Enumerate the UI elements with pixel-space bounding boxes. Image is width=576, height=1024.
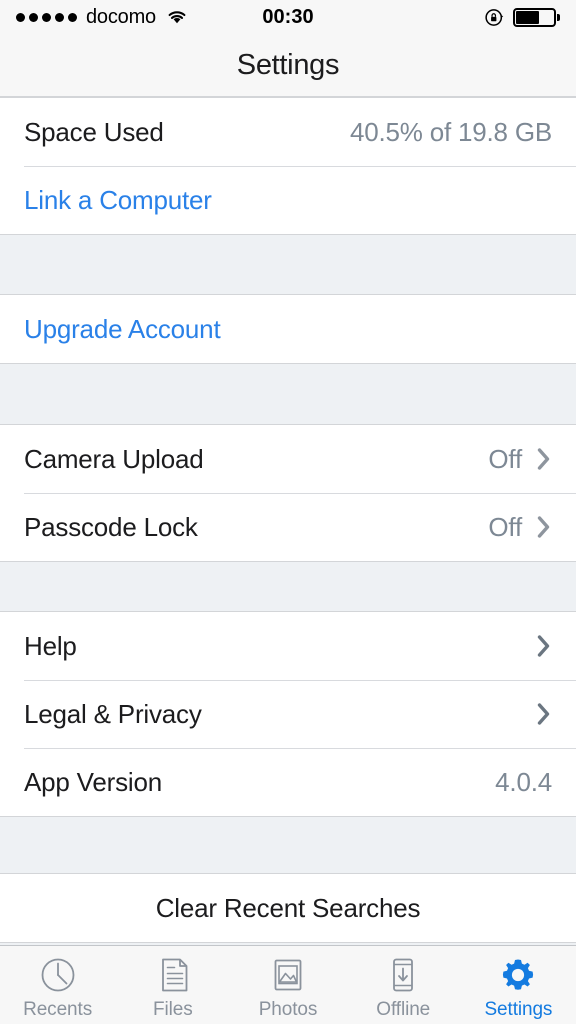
status-bar-right: [485, 7, 560, 27]
rotation-lock-icon: [485, 8, 504, 27]
row-clear-recent-searches[interactable]: Clear Recent Searches: [0, 874, 576, 942]
row-label: Upgrade Account: [24, 313, 221, 344]
settings-list[interactable]: Space Used 40.5% of 19.8 GB Link a Compu…: [0, 97, 576, 945]
status-bar-left: docomo: [16, 6, 188, 29]
row-accessory: Off: [488, 512, 552, 543]
chevron-right-icon: [536, 446, 552, 472]
tab-files[interactable]: Files: [115, 946, 230, 1024]
page-title: Settings: [236, 48, 340, 81]
row-accessory: [536, 633, 552, 659]
row-accessory: 4.0.4: [495, 767, 552, 798]
chevron-right-icon: [536, 701, 552, 727]
settings-group-features: Camera Upload Off Passcode Lock Off: [0, 424, 576, 562]
row-value: Off: [488, 511, 522, 542]
phone-download-icon: [382, 954, 424, 996]
signal-strength-icon: [16, 12, 77, 22]
row-link-a-computer[interactable]: Link a Computer: [0, 166, 576, 234]
row-accessory: [536, 701, 552, 727]
row-label: Help: [24, 630, 77, 661]
row-label: Space Used: [24, 116, 164, 147]
photo-icon: [267, 954, 309, 996]
row-value: Off: [488, 443, 522, 474]
settings-group-about: Help Legal & Privacy App Version 4.0.4: [0, 611, 576, 817]
phone-screen: docomo 00:30 Settings Space Used 40.5% o…: [0, 0, 576, 1024]
carrier-label: docomo: [86, 5, 156, 28]
tab-label: Offline: [376, 998, 431, 1020]
row-passcode-lock[interactable]: Passcode Lock Off: [0, 493, 576, 561]
row-app-version: App Version 4.0.4: [0, 748, 576, 816]
row-value: 40.5% of 19.8 GB: [349, 116, 552, 147]
settings-group-actions: Clear Recent Searches: [0, 873, 576, 943]
section-gap: [0, 235, 576, 294]
navigation-bar: Settings: [0, 34, 576, 97]
row-label: Clear Recent Searches: [155, 892, 421, 923]
row-accessory: Off: [488, 444, 552, 475]
section-gap: [0, 364, 576, 424]
section-gap: [0, 817, 576, 873]
tab-offline[interactable]: Offline: [346, 946, 461, 1024]
tab-label: Settings: [484, 998, 553, 1020]
row-legal-and-privacy[interactable]: Legal & Privacy: [0, 680, 576, 748]
tab-label: Recents: [23, 998, 93, 1020]
tab-settings[interactable]: Settings: [461, 946, 576, 1024]
row-label: Camera Upload: [24, 443, 204, 474]
wifi-icon: [166, 9, 188, 25]
row-accessory: 40.5% of 19.8 GB: [350, 117, 552, 148]
tab-photos[interactable]: Photos: [230, 946, 345, 1024]
status-bar: docomo 00:30: [0, 0, 576, 34]
row-label: Passcode Lock: [24, 511, 198, 542]
chevron-right-icon: [536, 514, 552, 540]
section-gap: [0, 562, 576, 611]
battery-icon: [513, 7, 560, 27]
tab-label: Photos: [258, 998, 318, 1020]
row-label: Legal & Privacy: [24, 698, 202, 729]
tab-label: Files: [152, 998, 193, 1020]
gear-icon: [497, 954, 539, 996]
row-value: 4.0.4: [495, 766, 552, 797]
row-camera-upload[interactable]: Camera Upload Off: [0, 425, 576, 493]
tab-recents[interactable]: Recents: [0, 946, 115, 1024]
settings-group-storage: Space Used 40.5% of 19.8 GB Link a Compu…: [0, 97, 576, 235]
row-label: Link a Computer: [24, 184, 212, 215]
clock-icon: [37, 954, 79, 996]
row-upgrade-account[interactable]: Upgrade Account: [0, 295, 576, 363]
settings-group-account: Upgrade Account: [0, 294, 576, 364]
row-help[interactable]: Help: [0, 612, 576, 680]
chevron-right-icon: [536, 633, 552, 659]
row-label: App Version: [24, 766, 163, 797]
tab-bar: Recents Files Photos Offline Settings: [0, 945, 576, 1024]
document-icon: [152, 954, 194, 996]
row-space-used[interactable]: Space Used 40.5% of 19.8 GB: [0, 98, 576, 166]
